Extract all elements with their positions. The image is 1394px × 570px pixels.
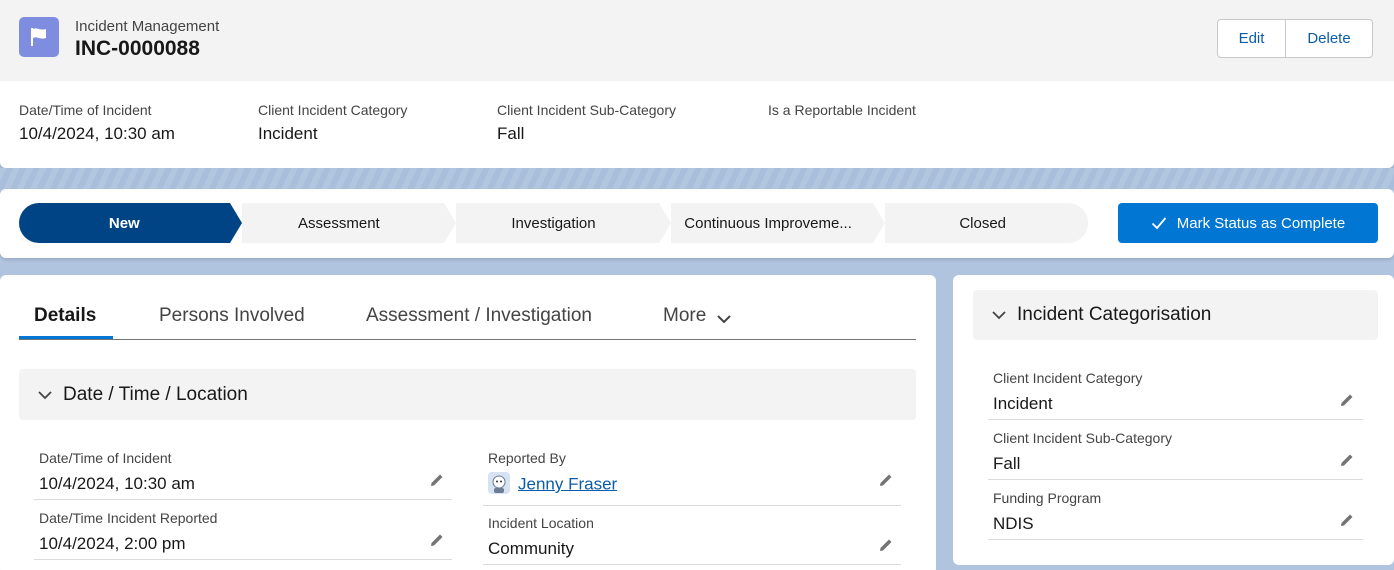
pencil-icon[interactable]: [428, 531, 446, 549]
record-header: Incident Management INC-0000088 Edit Del…: [0, 0, 1394, 168]
field-divider: [483, 564, 901, 565]
tab-persons-involved[interactable]: Persons Involved: [159, 298, 305, 339]
field-divider: [483, 505, 901, 506]
field-divider: [34, 559, 452, 560]
mark-status-complete-label: Mark Status as Complete: [1176, 214, 1346, 232]
tab-details[interactable]: Details: [19, 298, 113, 339]
field-value: 10/4/2024, 2:00 pm: [39, 534, 186, 553]
details-card: Details Persons Involved Assessment / In…: [0, 275, 936, 570]
check-icon: [1151, 217, 1166, 230]
field-value-row: Jenny Fraser: [488, 472, 617, 496]
field-funding-program: Funding Program NDIS: [993, 490, 1101, 534]
status-path: New Assessment Investigation Continuous …: [19, 203, 1088, 243]
reported-by-link[interactable]: Jenny Fraser: [518, 474, 617, 493]
background-band: [0, 168, 1394, 189]
highlight-label: Is a Reportable Incident: [768, 102, 916, 118]
field-value: Community: [488, 539, 574, 558]
chevron-down-icon: [717, 315, 732, 324]
highlight-reportable: Is a Reportable Incident: [768, 102, 916, 124]
flag-icon: [19, 17, 59, 57]
section-date-time-location[interactable]: Date / Time / Location: [19, 369, 916, 420]
field-divider: [988, 419, 1363, 420]
tab-more[interactable]: More: [663, 298, 732, 339]
tab-assessment-investigation[interactable]: Assessment / Investigation: [366, 298, 592, 339]
tab-more-label: More: [663, 305, 707, 326]
edit-button[interactable]: Edit: [1218, 20, 1286, 57]
highlight-label: Client Incident Sub-Category: [497, 102, 676, 118]
field-incident-location: Incident Location Community: [488, 515, 594, 559]
field-label: Funding Program: [993, 490, 1102, 506]
field-date-time-reported: Date/Time Incident Reported 10/4/2024, 2…: [39, 510, 217, 554]
path-card: New Assessment Investigation Continuous …: [0, 189, 1394, 258]
highlight-date-time: Date/Time of Incident 10/4/2024, 10:30 a…: [19, 102, 175, 144]
section-title: Incident Categorisation: [1017, 304, 1212, 325]
field-client-incident-sub-category: Client Incident Sub-Category Fall: [993, 430, 1172, 474]
field-value: 10/4/2024, 10:30 am: [39, 474, 195, 493]
field-divider: [988, 539, 1363, 540]
field-divider: [988, 479, 1363, 480]
field-divider: [34, 499, 452, 500]
field-label: Client Incident Sub-Category: [993, 430, 1172, 446]
path-step-investigation[interactable]: Investigation: [444, 203, 671, 243]
categorisation-card: Incident Categorisation Client Incident …: [953, 275, 1394, 565]
mark-status-complete-button[interactable]: Mark Status as Complete: [1118, 203, 1378, 243]
chevron-down-icon: [992, 311, 1006, 320]
avatar: [488, 472, 510, 494]
field-reported-by: Reported By Jenny Fraser: [488, 450, 617, 496]
record-name: INC-0000088: [75, 37, 200, 60]
field-label: Incident Location: [488, 515, 594, 531]
field-value: Fall: [993, 454, 1021, 473]
highlights-panel: Date/Time of Incident 10/4/2024, 10:30 a…: [0, 81, 1394, 168]
field-value: Incident: [993, 394, 1053, 413]
path-step-closed[interactable]: Closed: [873, 203, 1088, 243]
record-tabs: Details Persons Involved Assessment / In…: [19, 298, 916, 340]
field-label: Date/Time Incident Reported: [39, 510, 218, 526]
pencil-icon[interactable]: [877, 536, 895, 554]
chevron-down-icon: [38, 390, 52, 399]
path-step-continuous-improvement[interactable]: Continuous Improveme...: [658, 203, 885, 243]
pencil-icon[interactable]: [1338, 391, 1356, 409]
field-label: Reported By: [488, 450, 566, 466]
section-title: Date / Time / Location: [63, 383, 248, 405]
highlight-value: Incident: [258, 124, 318, 143]
path-step-new[interactable]: New: [19, 203, 242, 243]
field-client-incident-category: Client Incident Category Incident: [993, 370, 1142, 414]
highlight-value: Fall: [497, 124, 525, 143]
pencil-icon[interactable]: [428, 471, 446, 489]
record-actions: Edit Delete: [1217, 19, 1373, 58]
field-label: Date/Time of Incident: [39, 450, 172, 466]
highlight-sub-category: Client Incident Sub-Category Fall: [497, 102, 676, 144]
delete-button[interactable]: Delete: [1286, 20, 1372, 57]
highlight-category: Client Incident Category Incident: [258, 102, 407, 144]
pencil-icon[interactable]: [877, 471, 895, 489]
path-step-assessment[interactable]: Assessment: [229, 203, 456, 243]
pencil-icon[interactable]: [1338, 511, 1356, 529]
highlight-value: 10/4/2024, 10:30 am: [19, 124, 175, 143]
record-header-top: Incident Management INC-0000088 Edit Del…: [0, 0, 1394, 81]
section-incident-categorisation[interactable]: Incident Categorisation: [973, 290, 1378, 340]
field-date-time-of-incident: Date/Time of Incident 10/4/2024, 10:30 a…: [39, 450, 195, 494]
highlight-label: Client Incident Category: [258, 102, 408, 118]
pencil-icon[interactable]: [1338, 451, 1356, 469]
highlight-label: Date/Time of Incident: [19, 102, 152, 118]
field-value: NDIS: [993, 514, 1034, 533]
object-type-label: Incident Management: [75, 18, 220, 35]
field-label: Client Incident Category: [993, 370, 1143, 386]
